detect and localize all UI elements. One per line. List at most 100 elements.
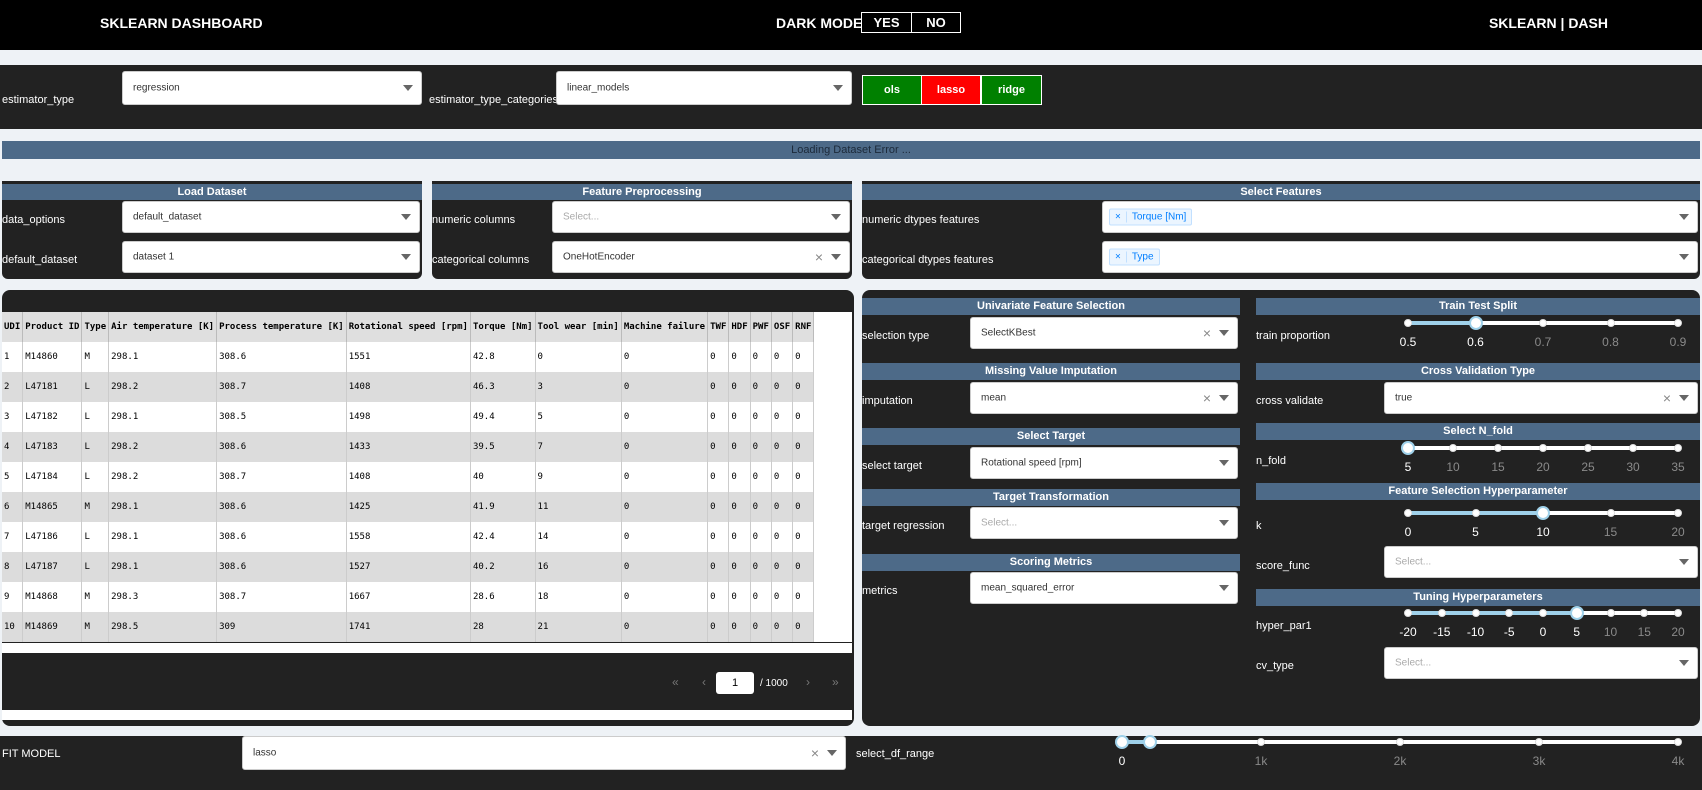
table-cell[interactable]: 0 [728, 402, 751, 432]
clear-icon[interactable]: × [1203, 390, 1211, 406]
table-cell[interactable]: 49.4 [470, 402, 536, 432]
table-cell[interactable]: 1498 [346, 402, 471, 432]
table-cell[interactable]: 10 [2, 612, 24, 642]
table-cell[interactable]: 0 [707, 582, 730, 612]
table-cell[interactable]: 308.5 [216, 402, 347, 432]
column-header[interactable]: TWF [707, 312, 730, 342]
table-cell[interactable]: 0 [621, 402, 709, 432]
table-cell[interactable]: 0 [707, 492, 730, 522]
table-cell[interactable]: 309 [216, 612, 347, 642]
categorical-columns-dropdown[interactable]: OneHotEncoder × [552, 241, 850, 273]
slider-handle[interactable] [1115, 735, 1129, 749]
last-page-icon[interactable]: » [832, 675, 839, 689]
column-header[interactable]: Machine failure [621, 312, 709, 342]
table-cell[interactable]: 14 [535, 522, 622, 552]
table-cell[interactable]: 0 [750, 462, 772, 492]
select-target-dropdown[interactable]: Rotational speed [rpm] [970, 447, 1238, 479]
table-cell[interactable]: 298.1 [108, 522, 218, 552]
table-cell[interactable]: 0 [728, 612, 751, 642]
table-cell[interactable]: 0 [750, 342, 772, 372]
table-cell[interactable]: 0 [750, 402, 772, 432]
table-cell[interactable]: 28 [470, 612, 536, 642]
df-range-slider[interactable] [1115, 735, 1682, 749]
model-button-lasso[interactable]: lasso [921, 75, 981, 105]
first-page-icon[interactable]: « [672, 675, 679, 689]
cross-validate-dropdown[interactable]: true × [1384, 382, 1698, 414]
table-cell[interactable]: 1741 [346, 612, 471, 642]
table-cell[interactable]: 0 [728, 342, 751, 372]
table-cell[interactable]: 0 [792, 342, 815, 372]
table-cell[interactable]: 0 [792, 432, 815, 462]
table-cell[interactable]: 46.3 [470, 372, 536, 402]
table-horizontal-scrollbar[interactable] [2, 643, 852, 653]
table-cell[interactable]: M14868 [22, 582, 83, 612]
table-cell[interactable]: 7 [535, 432, 622, 462]
clear-icon[interactable]: × [811, 745, 819, 761]
table-row[interactable]: 1 M14860 M 298.1 308.6 1551 42.8 0 0 0 0 0 0 0 [2, 342, 815, 372]
n-fold-slider[interactable] [1401, 441, 1682, 455]
column-header[interactable]: Tool wear [min] [535, 312, 622, 342]
column-header[interactable]: Process temperature [K] [216, 312, 347, 342]
table-cell[interactable]: L47187 [22, 552, 83, 582]
column-header[interactable]: Rotational speed [rpm] [346, 312, 471, 342]
table-cell[interactable]: 298.2 [108, 462, 218, 492]
table-cell[interactable]: 1 [2, 342, 24, 372]
dark-mode-no-button[interactable]: NO [911, 12, 961, 33]
table-cell[interactable]: 16 [535, 552, 622, 582]
table-cell[interactable]: L47183 [22, 432, 83, 462]
table-cell[interactable]: 21 [535, 612, 622, 642]
table-cell[interactable]: 0 [728, 372, 751, 402]
table-cell[interactable]: 28.6 [470, 582, 536, 612]
table-cell[interactable]: 0 [707, 612, 730, 642]
table-cell[interactable]: 2 [2, 372, 24, 402]
table-row[interactable]: 2 L47181 L 298.2 308.7 1408 46.3 3 0 0 0 0 0 0 [2, 372, 815, 402]
table-cell[interactable]: M14865 [22, 492, 83, 522]
table-cell[interactable]: 0 [728, 552, 751, 582]
table-cell[interactable]: L [81, 432, 110, 462]
table-cell[interactable]: L [81, 372, 110, 402]
model-button-ols[interactable]: ols [862, 75, 922, 105]
table-cell[interactable]: 8 [2, 552, 24, 582]
table-cell[interactable]: 0 [771, 432, 794, 462]
table-cell[interactable]: 308.7 [216, 582, 347, 612]
table-cell[interactable]: 5 [2, 462, 24, 492]
table-cell[interactable]: 0 [771, 462, 794, 492]
table-cell[interactable]: 1408 [346, 372, 471, 402]
slider-handle[interactable] [1569, 606, 1584, 620]
table-cell[interactable]: 308.6 [216, 492, 347, 522]
table-cell[interactable]: M [81, 492, 110, 522]
table-cell[interactable]: 42.8 [470, 342, 536, 372]
table-cell[interactable]: M [81, 582, 110, 612]
table-cell[interactable]: L [81, 522, 110, 552]
column-header[interactable]: RNF [792, 312, 815, 342]
table-cell[interactable]: 308.6 [216, 522, 347, 552]
table-cell[interactable]: 0 [771, 342, 794, 372]
table-cell[interactable]: 308.7 [216, 372, 347, 402]
table-cell[interactable]: 0 [771, 612, 794, 642]
table-cell[interactable]: 0 [707, 372, 730, 402]
table-cell[interactable]: 298.3 [108, 582, 218, 612]
table-cell[interactable]: L47184 [22, 462, 83, 492]
model-button-ridge[interactable]: ridge [981, 75, 1042, 105]
next-page-icon[interactable]: › [806, 675, 810, 689]
table-cell[interactable]: 7 [2, 522, 24, 552]
estimator-category-dropdown[interactable]: linear_models [556, 71, 852, 105]
column-header[interactable]: Type [81, 312, 110, 342]
table-cell[interactable]: 0 [771, 552, 794, 582]
table-cell[interactable]: 0 [621, 462, 709, 492]
table-row[interactable]: 10 M14869 M 298.5 309 1741 28 21 0 0 0 0 0 0 [2, 612, 815, 642]
column-header[interactable]: PWF [750, 312, 772, 342]
table-cell[interactable]: 0 [728, 432, 751, 462]
table-cell[interactable]: 298.1 [108, 552, 218, 582]
table-cell[interactable]: 298.5 [108, 612, 218, 642]
table-cell[interactable]: 308.6 [216, 342, 347, 372]
column-header[interactable]: OSF [771, 312, 794, 342]
table-cell[interactable]: 0 [621, 492, 709, 522]
table-cell[interactable]: 1408 [346, 462, 471, 492]
score-func-dropdown[interactable]: Select... [1384, 546, 1698, 578]
table-cell[interactable]: 0 [621, 552, 709, 582]
table-cell[interactable]: 0 [750, 552, 772, 582]
numeric-columns-dropdown[interactable]: Select... [552, 201, 850, 233]
table-cell[interactable]: 0 [707, 342, 730, 372]
slider-handle[interactable] [1401, 441, 1415, 455]
